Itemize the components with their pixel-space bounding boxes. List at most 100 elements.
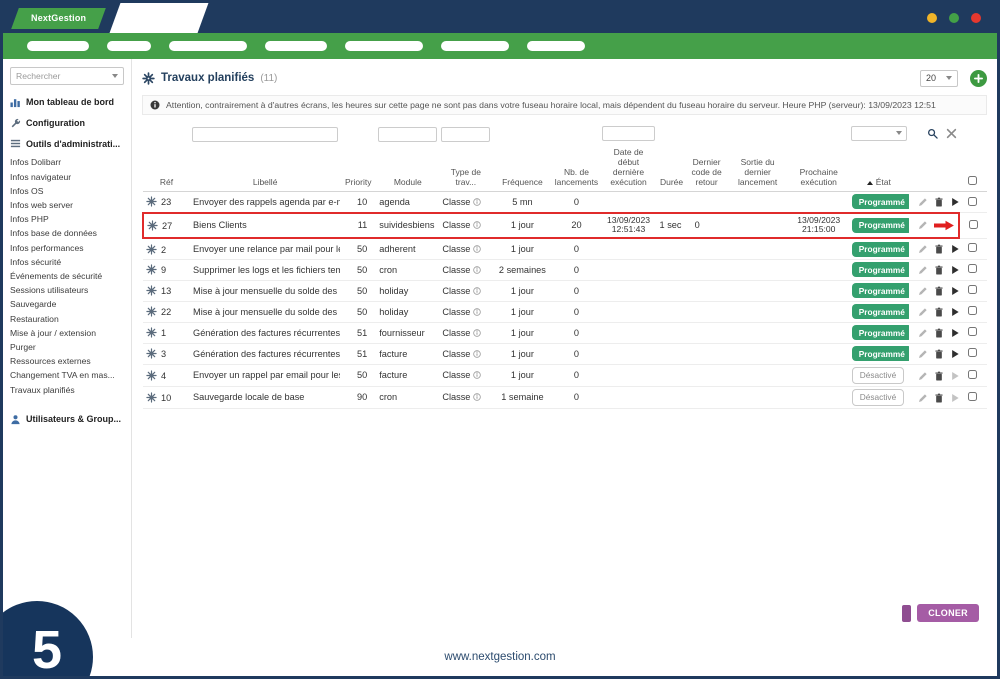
col-frequence[interactable]: Fréquence — [492, 146, 552, 192]
run-now-icon[interactable] — [950, 265, 959, 275]
job-ref-link[interactable]: 9 — [143, 259, 190, 280]
sidebar-item[interactable]: Infos sécurité — [10, 255, 124, 269]
sidebar-item[interactable]: Outils d'administrati... — [10, 137, 124, 152]
sidebar-item[interactable]: Purger — [10, 340, 124, 354]
row-checkbox[interactable] — [968, 392, 977, 401]
col-duree[interactable]: Durée — [657, 146, 687, 192]
row-checkbox[interactable] — [968, 264, 977, 273]
clear-filters-icon[interactable] — [946, 128, 957, 139]
edit-icon[interactable] — [918, 286, 928, 296]
col-date-debut[interactable]: Date de début dernière exécution — [600, 146, 656, 192]
sidebar-item[interactable]: Mise à jour / extension — [10, 326, 124, 340]
run-now-icon[interactable] — [950, 349, 959, 359]
job-ref-link[interactable]: 3 — [143, 343, 190, 364]
bulk-action-handle[interactable] — [902, 605, 911, 622]
filter-date-input[interactable] — [602, 126, 654, 141]
filter-status-select[interactable] — [851, 126, 907, 141]
edit-icon[interactable] — [918, 371, 928, 381]
col-type[interactable]: Type de trav... — [439, 146, 492, 192]
menu-item-redacted[interactable] — [27, 41, 89, 51]
select-all-checkbox[interactable] — [968, 176, 977, 185]
edit-icon[interactable] — [918, 220, 928, 230]
edit-icon[interactable] — [918, 393, 928, 403]
run-now-icon[interactable] — [950, 197, 959, 207]
row-checkbox[interactable] — [968, 243, 977, 252]
menu-item-redacted[interactable] — [527, 41, 585, 51]
edit-icon[interactable] — [918, 197, 928, 207]
job-ref-link[interactable]: 1 — [143, 322, 190, 343]
col-priority[interactable]: Priority — [340, 146, 376, 192]
edit-icon[interactable] — [918, 265, 928, 275]
job-ref-link[interactable]: 23 — [143, 192, 190, 213]
delete-icon[interactable] — [934, 244, 944, 254]
sidebar-item[interactable]: Configuration — [10, 116, 124, 131]
sidebar-item[interactable]: Changement TVA en mas... — [10, 368, 124, 382]
menu-item-redacted[interactable] — [441, 41, 509, 51]
sidebar-item[interactable]: Ressources externes — [10, 354, 124, 368]
search-icon[interactable] — [927, 128, 938, 139]
col-code-retour[interactable]: Dernier code de retour — [687, 146, 727, 192]
search-combobox[interactable]: Rechercher — [10, 67, 124, 85]
sidebar-item[interactable]: Événements de sécurité — [10, 269, 124, 283]
delete-icon[interactable] — [934, 286, 944, 296]
edit-icon[interactable] — [918, 349, 928, 359]
add-job-button[interactable] — [970, 70, 987, 87]
col-ref[interactable]: Réf — [143, 146, 190, 192]
sidebar-item[interactable]: Infos navigateur — [10, 170, 124, 184]
filter-type-input[interactable] — [441, 127, 490, 142]
sidebar-item[interactable]: Infos Dolibarr — [10, 155, 124, 169]
sidebar-item[interactable]: Mon tableau de bord — [10, 95, 124, 110]
run-now-icon[interactable] — [950, 244, 959, 254]
filter-module-input[interactable] — [378, 127, 437, 142]
col-etat[interactable]: État — [849, 146, 909, 192]
run-now-icon[interactable] — [950, 307, 959, 317]
row-checkbox[interactable] — [968, 370, 977, 379]
sidebar-item[interactable]: Infos OS — [10, 184, 124, 198]
edit-icon[interactable] — [918, 328, 928, 338]
sidebar-item[interactable]: Infos PHP — [10, 212, 124, 226]
job-ref-link[interactable]: 10 — [143, 386, 190, 408]
col-prochaine[interactable]: Prochaine exécution — [789, 146, 849, 192]
job-ref-link[interactable]: 22 — [143, 301, 190, 322]
filter-libelle-input[interactable] — [192, 127, 338, 142]
col-libelle[interactable]: Libellé — [190, 146, 340, 192]
menu-item-redacted[interactable] — [265, 41, 327, 51]
menu-item-redacted[interactable] — [169, 41, 247, 51]
menu-item-redacted[interactable] — [345, 41, 423, 51]
run-now-icon[interactable] — [950, 393, 959, 403]
sidebar-item[interactable]: Restauration — [10, 312, 124, 326]
delete-icon[interactable] — [934, 265, 944, 275]
job-ref-link[interactable]: 2 — [143, 238, 190, 259]
delete-icon[interactable] — [934, 393, 944, 403]
run-now-icon[interactable] — [950, 371, 959, 381]
sidebar-item[interactable]: Infos base de données — [10, 226, 124, 240]
edit-icon[interactable] — [918, 244, 928, 254]
run-now-icon[interactable] — [950, 286, 959, 296]
delete-icon[interactable] — [934, 197, 944, 207]
col-module[interactable]: Module — [376, 146, 439, 192]
row-checkbox[interactable] — [968, 285, 977, 294]
row-checkbox[interactable] — [968, 327, 977, 336]
row-checkbox[interactable] — [968, 197, 977, 206]
delete-icon[interactable] — [934, 307, 944, 317]
sidebar-item[interactable]: Utilisateurs & Group... — [10, 412, 124, 427]
job-ref-link[interactable]: 27 — [143, 213, 190, 239]
col-sortie[interactable]: Sortie du dernier lancement — [727, 146, 789, 192]
page-size-select[interactable]: 20 — [920, 70, 958, 87]
col-nb-lancements[interactable]: Nb. de lancements — [552, 146, 600, 192]
edit-icon[interactable] — [918, 307, 928, 317]
run-now-icon[interactable] — [950, 328, 959, 338]
row-checkbox[interactable] — [968, 348, 977, 357]
sidebar-item[interactable]: Infos performances — [10, 241, 124, 255]
sidebar-item[interactable]: Infos web server — [10, 198, 124, 212]
row-checkbox[interactable] — [968, 306, 977, 315]
job-ref-link[interactable]: 13 — [143, 280, 190, 301]
delete-icon[interactable] — [934, 371, 944, 381]
job-ref-link[interactable]: 4 — [143, 364, 190, 386]
sidebar-item[interactable]: Sauvegarde — [10, 297, 124, 311]
sidebar-item[interactable]: Travaux planifiés — [10, 383, 124, 397]
row-checkbox[interactable] — [969, 220, 978, 229]
clone-button[interactable]: CLONER — [917, 604, 979, 622]
sidebar-item[interactable]: Sessions utilisateurs — [10, 283, 124, 297]
delete-icon[interactable] — [934, 349, 944, 359]
